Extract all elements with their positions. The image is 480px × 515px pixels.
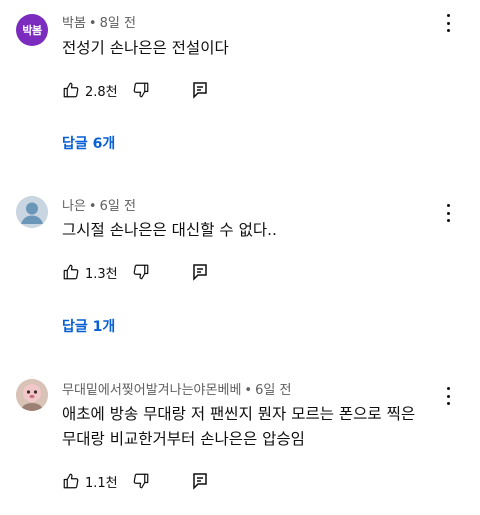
comment-text-line-1: 애초에 방송 무대랑 저 팬씬지 뭔자 모르는 폰으로 찍은 [62,405,416,423]
reply-comment-icon[interactable] [192,263,208,281]
view-replies-link[interactable]: 답글 1개 [62,316,115,336]
avatar-initials: 박봄 [22,24,42,37]
author-name[interactable]: 박봄 [62,16,86,31]
view-replies-link[interactable]: 답글 6개 [62,133,115,153]
comment-meta: 나은 • 6일 전 [62,199,136,214]
author-name[interactable]: 무대밑에서찢어발겨나는야몬베베 [62,383,241,398]
comment-time[interactable]: 8일 전 [100,16,136,31]
profile-photo [16,379,48,411]
comment-1: 박봄 박봄 • 8일 전 전성기 손나은은 전설이다 2.8천 답글 6개 [0,0,480,170]
reply-comment-icon[interactable] [192,81,208,99]
comment-actions: 1.3천 [62,260,208,284]
thumbs-up-icon[interactable] [62,472,80,490]
author-name[interactable]: 나은 [62,199,86,214]
avatar[interactable] [16,196,48,228]
comment-actions: 1.1천 [62,469,208,493]
more-vert-icon[interactable] [440,204,456,222]
avatar[interactable]: 박봄 [16,14,48,46]
comment-3: 무대밑에서찢어발겨나는야몬베베 • 6일 전 애초에 방송 무대랑 저 팬씬지 뭔자… [0,375,480,515]
comment-text: 그시절 손나은은 대신할 수 없다.. [62,221,277,239]
comment-time[interactable]: 6일 전 [255,383,291,398]
avatar[interactable] [16,379,48,411]
like-count: 2.8천 [85,84,118,100]
more-vert-icon[interactable] [440,14,456,32]
comment-2: 나은 • 6일 전 그시절 손나은은 대신할 수 없다.. 1.3천 답글 1개 [0,190,480,350]
reply-comment-icon[interactable] [192,472,208,490]
comment-text-line-2: 무대랑 비교한거부터 손나은은 압승임 [62,430,305,448]
thumbs-up-icon[interactable] [62,81,80,99]
thumbs-down-icon[interactable] [132,472,150,490]
more-vert-icon[interactable] [440,387,456,405]
comment-text: 전성기 손나은은 전설이다 [62,39,229,57]
thumbs-up-icon[interactable] [62,263,80,281]
comment-meta: 박봄 • 8일 전 [62,16,136,31]
like-count: 1.3천 [85,266,118,282]
like-count: 1.1천 [85,475,118,491]
comment-time[interactable]: 6일 전 [100,199,136,214]
thumbs-down-icon[interactable] [132,263,150,281]
comment-meta: 무대밑에서찢어발겨나는야몬베베 • 6일 전 [62,383,292,398]
comment-actions: 2.8천 [62,78,208,102]
thumbs-down-icon[interactable] [132,81,150,99]
default-avatar-icon [16,196,48,228]
